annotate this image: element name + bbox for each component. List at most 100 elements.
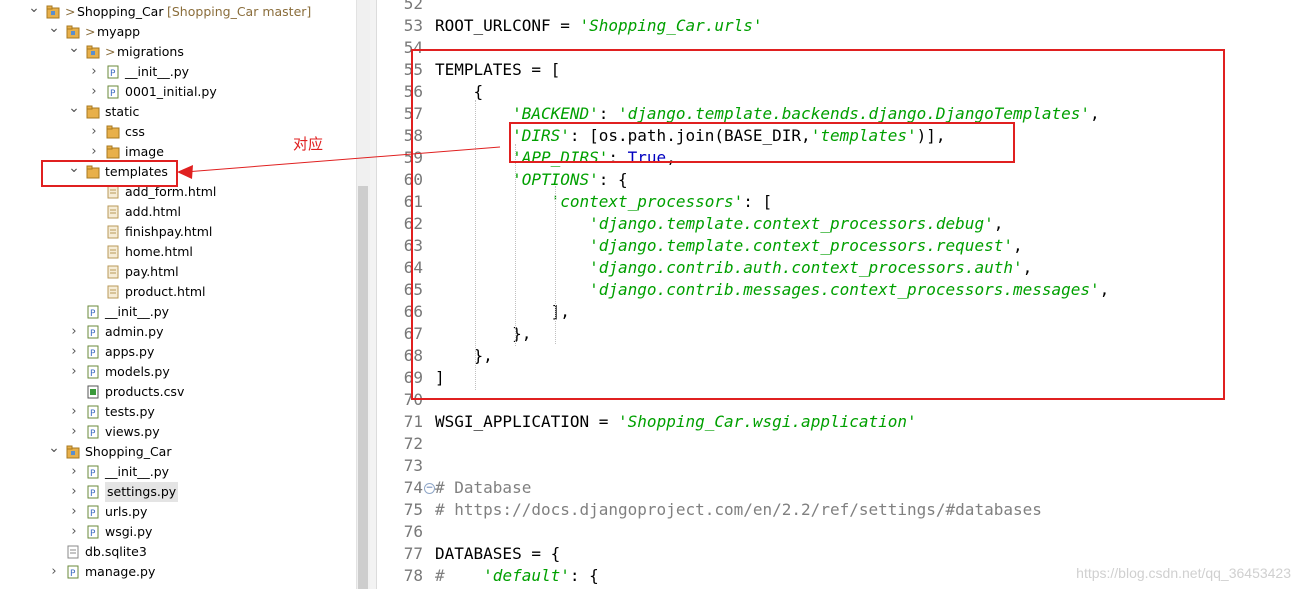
tree-item-label: views.py — [105, 424, 160, 439]
chevron-down-icon[interactable]: ⌄ — [28, 1, 40, 22]
line-number: 77 — [403, 544, 423, 563]
fold-toggle-icon[interactable]: − — [424, 483, 435, 494]
tree-item[interactable]: › Pviews.py — [0, 422, 354, 442]
tree-item-label: settings.py — [105, 482, 179, 502]
tree-item[interactable]: home.html — [0, 242, 354, 262]
pane-divider[interactable] — [370, 0, 377, 589]
line-number: 74 — [403, 478, 423, 497]
tree-item[interactable]: › Ptests.py — [0, 402, 354, 422]
tree-item[interactable]: › P 0001_initial.py — [0, 82, 354, 102]
svg-text:P: P — [90, 309, 96, 319]
tree-item[interactable]: ⌄ > Shopping_Car [Shopping_Car master] — [0, 1, 354, 22]
python-file-icon: P — [86, 325, 100, 339]
code-line: DATABASES = { — [435, 543, 560, 565]
tree-item-label: css — [125, 124, 145, 139]
chevron-right-icon[interactable]: › — [68, 402, 80, 422]
git-branch-label: [Shopping_Car master] — [167, 4, 312, 19]
chevron-right-icon[interactable]: › — [68, 322, 80, 342]
annotation-label: 对应 — [293, 135, 324, 153]
tree-item[interactable]: › Purls.py — [0, 502, 354, 522]
git-dirty-marker: > — [85, 24, 96, 39]
svg-text:P: P — [110, 89, 116, 99]
tree-item[interactable]: ⌄ Shopping_Car — [0, 441, 354, 462]
tree-item[interactable]: finishpay.html — [0, 222, 354, 242]
chevron-right-icon[interactable]: › — [68, 522, 80, 542]
tree-item-label: db.sqlite3 — [85, 544, 147, 559]
line-number: 78 — [403, 566, 423, 585]
folder-icon — [106, 145, 120, 159]
tree-item[interactable]: P __init__.py — [0, 302, 354, 322]
code-token: WSGI_APPLICATION = — [435, 412, 619, 431]
python-file-icon: P — [106, 65, 120, 79]
package-folder-icon — [86, 45, 100, 59]
tree-item-label: image — [125, 144, 164, 159]
chevron-right-icon[interactable]: › — [68, 502, 80, 522]
python-file-icon: P — [86, 425, 100, 439]
tree-item-label: models.py — [105, 364, 170, 379]
tree-item[interactable]: ⌄ static — [0, 101, 354, 122]
tree-item-label: migrations — [117, 44, 184, 59]
tree-item[interactable]: add.html — [0, 202, 354, 222]
tree-item[interactable]: › P __init__.py — [0, 62, 354, 82]
tree-item[interactable]: › Padmin.py — [0, 322, 354, 342]
tree-item[interactable]: › Papps.py — [0, 342, 354, 362]
chevron-right-icon[interactable]: › — [68, 462, 80, 482]
project-folder-icon — [46, 5, 60, 19]
watermark: https://blog.csdn.net/qq_36453423 — [1076, 565, 1291, 581]
chevron-right-icon[interactable]: › — [68, 422, 80, 442]
chevron-right-icon[interactable]: › — [88, 82, 100, 102]
tree-item[interactable]: › Psettings.py — [0, 482, 354, 502]
chevron-right-icon[interactable]: › — [88, 62, 100, 82]
chevron-right-icon[interactable]: › — [48, 562, 60, 582]
tree-item-label: myapp — [97, 24, 141, 39]
python-file-icon: P — [86, 405, 100, 419]
tree-item[interactable]: pay.html — [0, 262, 354, 282]
chevron-down-icon[interactable]: ⌄ — [68, 41, 80, 62]
chevron-down-icon[interactable]: ⌄ — [68, 101, 80, 122]
python-file-icon: P — [86, 345, 100, 359]
folder-icon — [86, 105, 100, 119]
tree-item-label: admin.py — [105, 324, 164, 339]
svg-text:P: P — [90, 469, 96, 479]
line-number: 52 — [403, 0, 423, 13]
explorer-scrollbar-thumb[interactable] — [358, 186, 368, 589]
code-editor[interactable]: https://blog.csdn.net/qq_36453423 52 53 RO… — [377, 0, 1301, 589]
code-line: # Database — [435, 477, 531, 499]
chevron-down-icon[interactable]: ⌄ — [48, 21, 60, 42]
chevron-right-icon[interactable]: › — [88, 142, 100, 162]
tree-item[interactable]: › Pmodels.py — [0, 362, 354, 382]
tree-item[interactable]: ⌄ > myapp — [0, 21, 354, 42]
code-token: : { — [569, 566, 599, 585]
tree-item-label: __init__.py — [125, 64, 190, 79]
templates-highlight-box — [41, 160, 178, 187]
tree-item[interactable]: db.sqlite3 — [0, 542, 354, 562]
chevron-right-icon[interactable]: › — [68, 342, 80, 362]
project-explorer: ⌄ > Shopping_Car [Shopping_Car master] ⌄ > mya… — [0, 0, 356, 589]
line-number: 73 — [403, 456, 423, 475]
tree-item-label: pay.html — [125, 264, 179, 279]
code-line: # https://docs.djangoproject.com/en/2.2/… — [435, 499, 1042, 521]
tree-item[interactable]: ⌄ > migrations — [0, 41, 354, 62]
chevron-right-icon[interactable]: › — [88, 122, 100, 142]
python-file-icon: P — [86, 525, 100, 539]
tree-item[interactable]: › Pwsgi.py — [0, 522, 354, 542]
tree-item-label: wsgi.py — [105, 524, 153, 539]
chevron-right-icon[interactable]: › — [68, 362, 80, 382]
tree-item-label: manage.py — [85, 564, 156, 579]
tree-item[interactable]: › P __init__.py — [0, 462, 354, 482]
tree-item[interactable]: products.csv — [0, 382, 354, 402]
tree-item-label: __init__.py — [105, 464, 170, 479]
tree-item-label: static — [105, 104, 140, 119]
svg-text:P: P — [70, 569, 76, 579]
tree-item-label: apps.py — [105, 344, 155, 359]
chevron-right-icon[interactable]: › — [68, 482, 80, 502]
python-file-icon: P — [86, 505, 100, 519]
svg-text:P: P — [90, 409, 96, 419]
tree-item[interactable]: product.html — [0, 282, 354, 302]
chevron-down-icon[interactable]: ⌄ — [48, 441, 60, 462]
tree-item[interactable]: › Pmanage.py — [0, 562, 354, 582]
package-folder-icon — [66, 445, 80, 459]
svg-text:P: P — [90, 369, 96, 379]
code-line: # 'default': { — [435, 565, 599, 587]
tree-item-label: products.csv — [105, 384, 185, 399]
